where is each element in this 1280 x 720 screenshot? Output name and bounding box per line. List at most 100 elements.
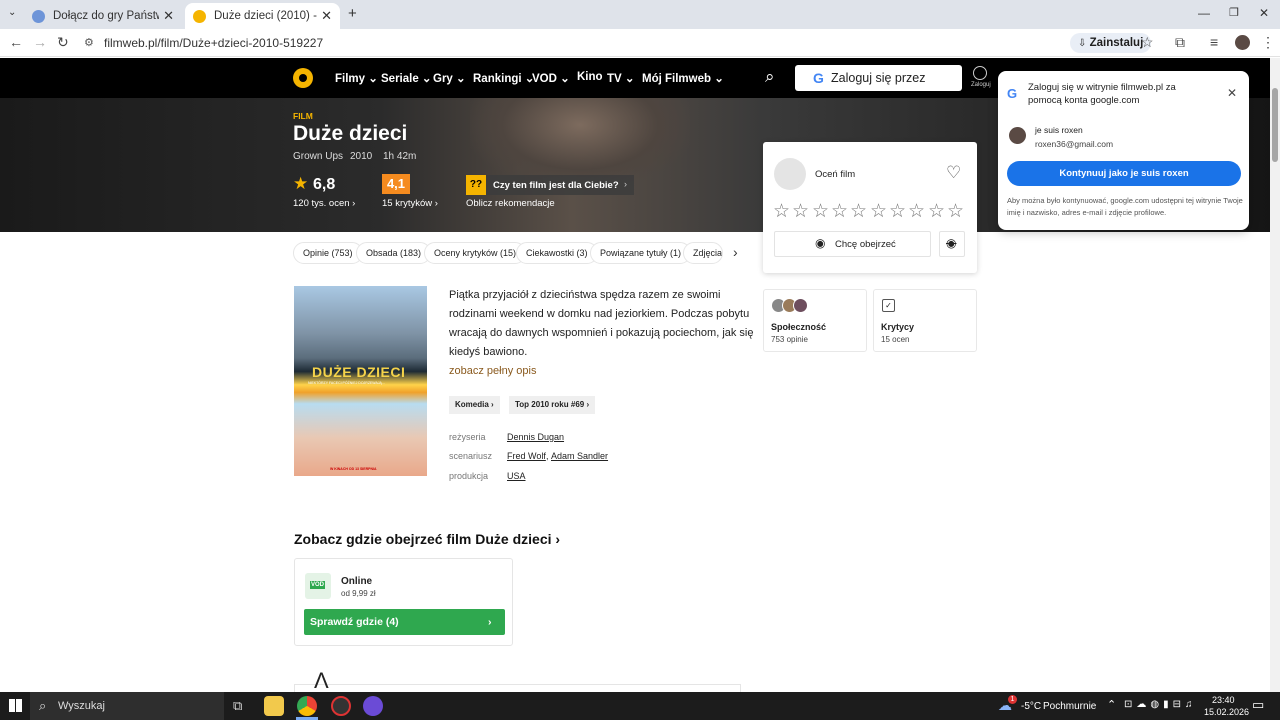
- chip-obsada[interactable]: Obsada (183): [356, 242, 432, 264]
- rating-star-8-icon[interactable]: ☆: [908, 200, 925, 223]
- chips-next-icon[interactable]: ›: [733, 244, 738, 260]
- film-original-title: Grown Ups: [293, 151, 344, 162]
- nav-item-seriale[interactable]: Seriale ⌄: [381, 71, 432, 85]
- page-scrollbar[interactable]: [1270, 58, 1280, 692]
- rating-star-3-icon[interactable]: ☆: [812, 200, 829, 223]
- rating-star-6-icon[interactable]: ☆: [870, 200, 887, 223]
- search-icon[interactable]: ⌕: [765, 67, 775, 87]
- search-icon: ⌕: [39, 698, 47, 713]
- app-icon[interactable]: [363, 696, 383, 716]
- tray-icons[interactable]: ⊡☁◍▮⊟♫: [1124, 699, 1197, 710]
- weather-temp[interactable]: -5°C: [1021, 701, 1041, 712]
- clock-date[interactable]: 15.02.2026: [1204, 707, 1249, 717]
- chip-opinie[interactable]: Opinie (753): [293, 242, 363, 264]
- full-description-link[interactable]: zobacz pełny opis: [449, 362, 536, 381]
- chrome-icon[interactable]: [297, 696, 317, 716]
- weather-badge: 1: [1008, 695, 1017, 704]
- clock-time[interactable]: 23:40: [1212, 695, 1235, 705]
- login-label[interactable]: Zaloguj: [971, 82, 991, 88]
- nav-item-gry[interactable]: Gry ⌄: [433, 71, 466, 85]
- install-icon: ⇩: [1078, 38, 1087, 49]
- chip-ciekawostki[interactable]: Ciekawostki (3): [516, 242, 598, 264]
- tab-panstwa-miasta[interactable]: Dołącz do gry Państwa Miasta ✕: [24, 3, 182, 29]
- production-link[interactable]: USA: [507, 471, 526, 481]
- windows-start-icon[interactable]: [9, 699, 22, 712]
- menu-icon[interactable]: ⋮: [1261, 34, 1275, 51]
- weather-desc[interactable]: Pochmurnie: [1043, 701, 1096, 712]
- forward-icon[interactable]: →: [33, 34, 47, 50]
- extensions-icon[interactable]: ⧉: [1175, 34, 1185, 51]
- nav-item-rankingi[interactable]: Rankingi ⌄: [473, 71, 534, 85]
- film-poster[interactable]: DUŻE DZIECI NIEKTÓRZY FACECI PÓŹNIEJ DOJ…: [294, 286, 427, 476]
- rating-star-1-icon[interactable]: ☆: [773, 200, 790, 223]
- rating-star-9-icon[interactable]: ☆: [928, 200, 945, 223]
- recommend-title[interactable]: Czy ten film jest dla Ciebie?: [493, 180, 619, 191]
- continue-as-button[interactable]: Kontynuuj jako je suis roxen: [1007, 161, 1241, 186]
- want-to-watch-button[interactable]: ◉ Chcę obejrzeć: [774, 231, 931, 257]
- install-button[interactable]: ⇩ Zainstaluj: [1070, 33, 1152, 53]
- check-where-button[interactable]: Sprawdź gdzie (4) ›: [304, 609, 505, 635]
- writer-link[interactable]: Adam Sandler: [551, 451, 608, 461]
- bookmark-star-icon[interactable]: ☆: [1141, 34, 1154, 51]
- eye-icon: ◉: [815, 236, 826, 250]
- critics-title: Krytycy: [881, 322, 915, 332]
- heart-icon[interactable]: ♡: [946, 163, 961, 183]
- task-view-icon[interactable]: ⧉: [233, 698, 242, 714]
- user-icon[interactable]: [973, 66, 987, 80]
- rating-count-link[interactable]: 120 tys. ocen ›: [293, 198, 355, 209]
- address-bar[interactable]: ⚙ filmweb.pl/film/Duże+dzieci-2010-51922…: [78, 32, 1068, 55]
- site-info-icon[interactable]: ⚙: [84, 32, 94, 55]
- chip-oceny-krytykow[interactable]: Oceny krytyków (15): [424, 242, 527, 264]
- nav-item-kino[interactable]: Kino: [577, 71, 603, 83]
- google-login-button[interactable]: G Zaloguj się przez Google: [795, 65, 962, 111]
- critics-card[interactable]: ✓ Krytycy 15 ocen: [873, 289, 977, 352]
- close-popup-icon[interactable]: ✕: [1227, 86, 1237, 100]
- director-link[interactable]: Dennis Dugan: [507, 432, 564, 442]
- close-tab-icon[interactable]: ✕: [321, 8, 332, 24]
- file-explorer-icon[interactable]: [264, 696, 284, 716]
- rating-star-7-icon[interactable]: ☆: [889, 200, 906, 223]
- profile-avatar[interactable]: [1235, 35, 1250, 50]
- chip-zdjecia[interactable]: Zdjęcia (: [683, 242, 723, 264]
- tray-chevron-icon[interactable]: ⌃: [1107, 698, 1116, 711]
- taskbar-search-placeholder: Wyszukaj: [58, 700, 105, 712]
- recommend-subtitle[interactable]: Oblicz rekomendacje: [466, 198, 555, 209]
- poster-title: DUŻE DZIECI: [312, 364, 406, 380]
- not-interested-button[interactable]: ◉: [939, 231, 965, 257]
- nav-item-moj-filmweb[interactable]: Mój Filmweb ⌄: [642, 71, 724, 85]
- chip-powiazane-tytuly[interactable]: Powiązane tytuły (1): [590, 242, 692, 264]
- rating-star-10-icon[interactable]: ☆: [947, 200, 964, 223]
- ranking-tag[interactable]: Top 2010 roku #69 ›: [509, 396, 596, 414]
- rating-star-4-icon[interactable]: ☆: [831, 200, 848, 223]
- close-window-icon[interactable]: ✕: [1259, 6, 1269, 20]
- writer-link[interactable]: Fred Wolf: [507, 451, 546, 461]
- critics-count-link[interactable]: 15 krytyków ›: [382, 198, 438, 209]
- notification-icon[interactable]: ▭: [1252, 697, 1264, 713]
- community-title: Społeczność: [771, 322, 827, 332]
- account-email: roxen36@gmail.com: [1035, 139, 1114, 149]
- back-icon[interactable]: ←: [9, 34, 23, 50]
- community-card[interactable]: Społeczność 753 opinie: [763, 289, 867, 352]
- scrollbar-thumb[interactable]: [1272, 88, 1278, 162]
- watch-heading[interactable]: Zobacz gdzie obejrzeć film Duże dzieci ›: [294, 531, 560, 547]
- director-label: reżyseria: [449, 432, 486, 442]
- reload-icon[interactable]: ↻: [57, 34, 69, 51]
- close-tab-icon[interactable]: ✕: [163, 8, 174, 24]
- nav-item-tv[interactable]: TV ⌄: [607, 71, 635, 85]
- want-to-watch-label: Chcę obejrzeć: [835, 239, 896, 250]
- windows-taskbar: ⌕ Wyszukaj ⧉ ☁ 1 -5°C Pochmurnie ⌃ ⊡☁◍▮⊟…: [0, 692, 1280, 720]
- tab-filmweb[interactable]: Duże dzieci (2010) - Filmweb ✕: [185, 3, 340, 29]
- new-tab-icon[interactable]: +: [348, 5, 357, 22]
- app-icon[interactable]: [331, 696, 351, 716]
- minimize-icon[interactable]: —: [1198, 6, 1210, 20]
- genre-tag[interactable]: Komedia ›: [449, 396, 500, 414]
- rating-star-2-icon[interactable]: ☆: [792, 200, 809, 223]
- media-icon[interactable]: ≡: [1210, 34, 1218, 50]
- nav-item-filmy[interactable]: Filmy ⌄: [335, 71, 378, 85]
- restore-icon[interactable]: ❐: [1229, 6, 1239, 19]
- rating-star-5-icon[interactable]: ☆: [850, 200, 867, 223]
- taskbar-search[interactable]: ⌕ Wyszukaj: [30, 692, 224, 720]
- tab-list-chevron-icon[interactable]: ⌄: [8, 7, 16, 18]
- nav-item-vod[interactable]: VOD ⌄: [532, 71, 570, 85]
- poster-tagline: NIEKTÓRZY FACECI PÓŹNIEJ DOJRZEWAJĄ...: [308, 381, 385, 385]
